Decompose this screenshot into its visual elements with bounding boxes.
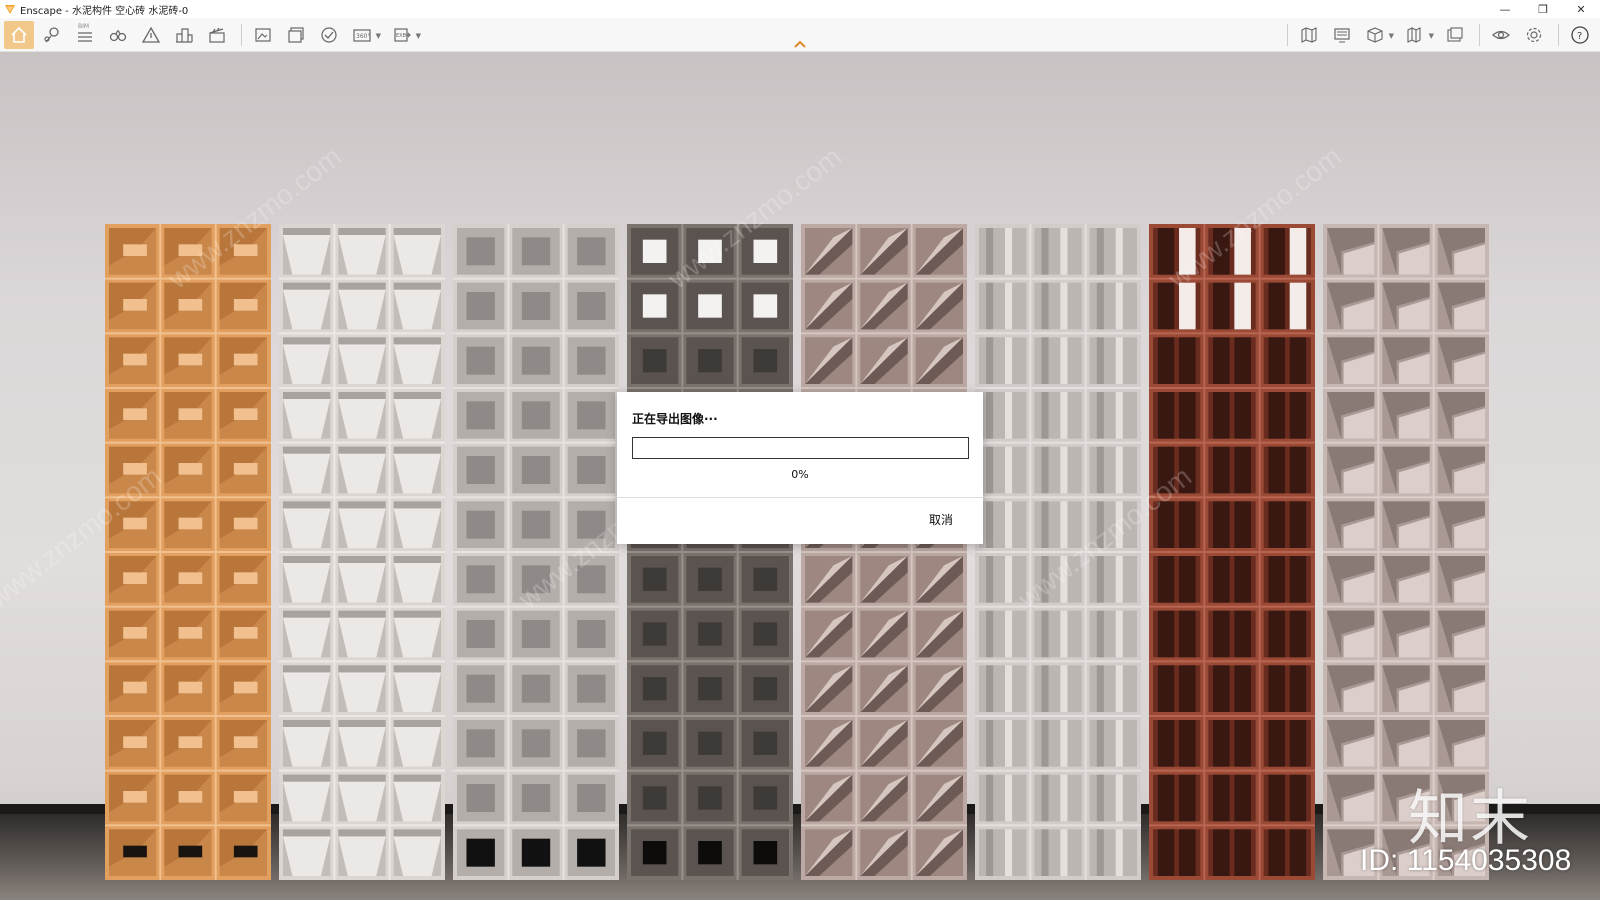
bim-label: BIM: [78, 22, 90, 30]
bim-button[interactable]: BIM: [70, 21, 100, 49]
export-progress-dialog: 正在导出图像··· 0% 取消: [617, 392, 983, 544]
toolbar-separator: [1479, 24, 1480, 46]
video-editor-button[interactable]: [202, 21, 232, 49]
chevron-down-icon: ▼: [375, 31, 381, 40]
cube-view-icon: [1367, 27, 1383, 43]
material-library-button[interactable]: ▼: [1400, 21, 1434, 49]
toolbar-left-group: BIM 360° ▼ EXE ▼: [0, 18, 427, 52]
main-toolbar: BIM 360° ▼ EXE ▼ ▼ ▼ ?: [0, 18, 1600, 52]
chevron-down-icon: ▼: [1388, 32, 1394, 40]
toolbar-separator: [241, 23, 242, 46]
monitor-icon: [1334, 28, 1350, 43]
svg-text:?: ?: [1577, 31, 1582, 42]
block-column-pink-diagonal: [801, 224, 967, 880]
progress-bar: [632, 437, 969, 459]
screenshot-button[interactable]: [248, 21, 278, 49]
material-library-icon: [1407, 27, 1421, 43]
export-exe-icon: EXE: [394, 27, 411, 42]
dialog-divider: [617, 497, 983, 498]
toolbar-right-group: ▼ ▼ ?: [1281, 18, 1600, 52]
block-column-drawing: [105, 224, 271, 880]
minimize-button[interactable]: —: [1486, 0, 1524, 18]
panorama-360-icon: 360°: [353, 28, 371, 42]
clapperboard-icon: [209, 27, 225, 43]
chevron-down-icon: ▼: [1428, 32, 1434, 40]
panorama-icon: [321, 26, 337, 43]
title-bar: Enscape - 水泥构件 空心砖 水泥砖-0 — ❐ ✕: [0, 0, 1600, 18]
panorama-360-button[interactable]: 360° ▼: [347, 21, 381, 49]
batch-render-button[interactable]: [281, 21, 311, 49]
help-icon: ?: [1571, 26, 1589, 44]
asset-button[interactable]: [169, 21, 199, 49]
window-title: Enscape - 水泥构件 空心砖 水泥砖-0: [20, 5, 189, 17]
block-column-red-brown: [1149, 224, 1315, 880]
settings-button[interactable]: [1519, 21, 1549, 49]
dialog-title: 正在导出图像···: [632, 412, 718, 426]
enscape-logo-icon: [5, 5, 15, 14]
settings-gear-icon: [1526, 27, 1542, 43]
restore-button[interactable]: ❐: [1524, 0, 1562, 18]
export-button[interactable]: EXE ▼: [387, 21, 421, 49]
batch-render-icon: [288, 26, 304, 43]
close-button[interactable]: ✕: [1562, 0, 1600, 18]
map-pin-icon: [44, 26, 59, 42]
buildings-icon: [176, 27, 193, 43]
help-button[interactable]: ?: [1565, 21, 1595, 49]
window-button[interactable]: [1327, 21, 1357, 49]
panorama-button[interactable]: [314, 21, 344, 49]
block-column-dark-grey: [627, 224, 793, 880]
warning-triangle-icon: [141, 26, 161, 43]
asset-library-icon: [1447, 27, 1463, 42]
block-column-drawing: [975, 224, 1141, 880]
map-view-icon: [1301, 27, 1317, 43]
walk-mode-button[interactable]: [103, 21, 133, 49]
visual-settings-icon: [1492, 30, 1510, 40]
window-controls: — ❐ ✕: [1486, 0, 1600, 18]
home-icon: [11, 26, 27, 43]
binoculars-icon: [109, 29, 127, 41]
screenshot-icon: [255, 27, 271, 42]
collapse-toolbar-chevron-icon[interactable]: [792, 38, 808, 50]
views-button[interactable]: [37, 21, 67, 49]
map-button[interactable]: [1294, 21, 1324, 49]
views-mode-button[interactable]: ▼: [1360, 21, 1394, 49]
cancel-button[interactable]: 取消: [929, 511, 953, 528]
progress-percent: 0%: [791, 468, 809, 481]
block-column-drawing: [1149, 224, 1315, 880]
svg-text:EXE: EXE: [396, 33, 406, 39]
toolbar-separator: [1287, 24, 1288, 46]
issues-button[interactable]: [136, 21, 166, 49]
block-column-orange: [105, 224, 271, 880]
block-column-drawing: [279, 224, 445, 880]
block-column-white-trapezoid: [279, 224, 445, 880]
home-button[interactable]: [4, 20, 34, 49]
visual-settings-button[interactable]: [1486, 21, 1516, 49]
block-column-drawing: [801, 224, 967, 880]
chevron-down-icon: ▼: [415, 31, 421, 40]
block-column-drawing: [627, 224, 793, 880]
toolbar-separator: [1558, 24, 1559, 46]
asset-library-button[interactable]: [1440, 21, 1470, 49]
watermark-id: ID: 1154035308: [1360, 844, 1572, 877]
block-column-light-grey-slots: [975, 224, 1141, 880]
svg-text:360°: 360°: [356, 33, 370, 40]
